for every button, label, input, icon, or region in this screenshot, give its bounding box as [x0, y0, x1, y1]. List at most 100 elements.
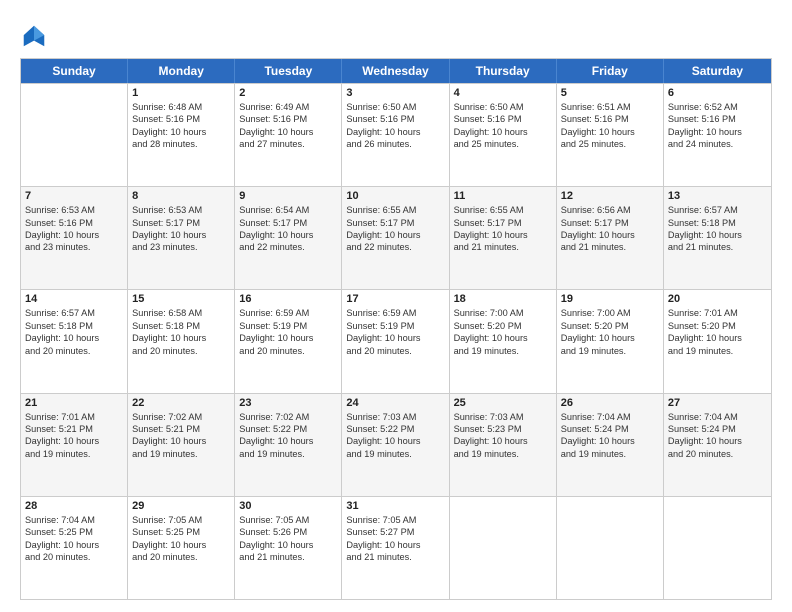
header-day-tuesday: Tuesday: [235, 59, 342, 83]
day-info: Sunrise: 7:05 AM Sunset: 5:26 PM Dayligh…: [239, 514, 337, 564]
calendar-cell: 9 Sunrise: 6:54 AM Sunset: 5:17 PM Daylig…: [235, 187, 342, 289]
logo-icon: [20, 22, 48, 50]
day-number: 28: [25, 500, 123, 512]
calendar-row-3: 14 Sunrise: 6:57 AM Sunset: 5:18 PM Dayli…: [21, 289, 771, 392]
day-number: 25: [454, 397, 552, 409]
day-info: Sunrise: 7:03 AM Sunset: 5:22 PM Dayligh…: [346, 411, 444, 461]
day-number: 3: [346, 87, 444, 99]
day-number: 13: [668, 190, 767, 202]
day-number: 6: [668, 87, 767, 99]
calendar-row-5: 28 Sunrise: 7:04 AM Sunset: 5:25 PM Dayli…: [21, 496, 771, 599]
day-number: 30: [239, 500, 337, 512]
page: SundayMondayTuesdayWednesdayThursdayFrid…: [0, 0, 792, 612]
calendar-cell: 8 Sunrise: 6:53 AM Sunset: 5:17 PM Daylig…: [128, 187, 235, 289]
header-day-wednesday: Wednesday: [342, 59, 449, 83]
day-info: Sunrise: 7:03 AM Sunset: 5:23 PM Dayligh…: [454, 411, 552, 461]
calendar-cell: 29Sunrise: 7:05 AM Sunset: 5:25 PM Dayli…: [128, 497, 235, 599]
day-info: Sunrise: 7:00 AM Sunset: 5:20 PM Dayligh…: [454, 307, 552, 357]
day-number: 15: [132, 293, 230, 305]
calendar-body: 1 Sunrise: 6:48 AM Sunset: 5:16 PM Daylig…: [21, 83, 771, 599]
day-info: Sunrise: 7:01 AM Sunset: 5:21 PM Dayligh…: [25, 411, 123, 461]
header-day-sunday: Sunday: [21, 59, 128, 83]
calendar-header: SundayMondayTuesdayWednesdayThursdayFrid…: [21, 59, 771, 83]
day-info: Sunrise: 6:59 AM Sunset: 5:19 PM Dayligh…: [346, 307, 444, 357]
calendar-cell: 15Sunrise: 6:58 AM Sunset: 5:18 PM Dayli…: [128, 290, 235, 392]
day-info: Sunrise: 6:52 AM Sunset: 5:16 PM Dayligh…: [668, 101, 767, 151]
day-info: Sunrise: 6:53 AM Sunset: 5:17 PM Dayligh…: [132, 204, 230, 254]
day-info: Sunrise: 7:01 AM Sunset: 5:20 PM Dayligh…: [668, 307, 767, 357]
logo: [20, 22, 52, 50]
day-number: 7: [25, 190, 123, 202]
day-number: 12: [561, 190, 659, 202]
day-number: 22: [132, 397, 230, 409]
calendar-cell: [664, 497, 771, 599]
day-info: Sunrise: 6:48 AM Sunset: 5:16 PM Dayligh…: [132, 101, 230, 151]
calendar-cell: 1 Sunrise: 6:48 AM Sunset: 5:16 PM Daylig…: [128, 84, 235, 186]
day-info: Sunrise: 7:05 AM Sunset: 5:27 PM Dayligh…: [346, 514, 444, 564]
calendar-cell: 23 Sunrise: 7:02 AM Sunset: 5:22 PM Dayli…: [235, 394, 342, 496]
day-info: Sunrise: 6:50 AM Sunset: 5:16 PM Dayligh…: [346, 101, 444, 151]
day-number: 17: [346, 293, 444, 305]
day-number: 18: [454, 293, 552, 305]
day-number: 27: [668, 397, 767, 409]
calendar-row-1: 1 Sunrise: 6:48 AM Sunset: 5:16 PM Daylig…: [21, 83, 771, 186]
day-number: 24: [346, 397, 444, 409]
day-number: 14: [25, 293, 123, 305]
header-day-saturday: Saturday: [664, 59, 771, 83]
day-number: 2: [239, 87, 337, 99]
day-info: Sunrise: 7:04 AM Sunset: 5:24 PM Dayligh…: [561, 411, 659, 461]
day-info: Sunrise: 7:04 AM Sunset: 5:25 PM Dayligh…: [25, 514, 123, 564]
day-info: Sunrise: 7:04 AM Sunset: 5:24 PM Dayligh…: [668, 411, 767, 461]
day-number: 1: [132, 87, 230, 99]
calendar-row-4: 21 Sunrise: 7:01 AM Sunset: 5:21 PM Dayli…: [21, 393, 771, 496]
day-info: Sunrise: 6:57 AM Sunset: 5:18 PM Dayligh…: [668, 204, 767, 254]
day-number: 21: [25, 397, 123, 409]
day-number: 31: [346, 500, 444, 512]
day-info: Sunrise: 6:50 AM Sunset: 5:16 PM Dayligh…: [454, 101, 552, 151]
calendar-cell: 4 Sunrise: 6:50 AM Sunset: 5:16 PM Daylig…: [450, 84, 557, 186]
calendar-cell: 2 Sunrise: 6:49 AM Sunset: 5:16 PM Daylig…: [235, 84, 342, 186]
calendar-cell: 12 Sunrise: 6:56 AM Sunset: 5:17 PM Dayli…: [557, 187, 664, 289]
day-info: Sunrise: 6:56 AM Sunset: 5:17 PM Dayligh…: [561, 204, 659, 254]
calendar-cell: 25 Sunrise: 7:03 AM Sunset: 5:23 PM Dayli…: [450, 394, 557, 496]
header-day-thursday: Thursday: [450, 59, 557, 83]
calendar-cell: 26 Sunrise: 7:04 AM Sunset: 5:24 PM Dayli…: [557, 394, 664, 496]
calendar-cell: 19Sunrise: 7:00 AM Sunset: 5:20 PM Dayli…: [557, 290, 664, 392]
calendar-row-2: 7 Sunrise: 6:53 AM Sunset: 5:16 PM Daylig…: [21, 186, 771, 289]
day-info: Sunrise: 7:02 AM Sunset: 5:22 PM Dayligh…: [239, 411, 337, 461]
calendar-cell: 7 Sunrise: 6:53 AM Sunset: 5:16 PM Daylig…: [21, 187, 128, 289]
day-info: Sunrise: 6:54 AM Sunset: 5:17 PM Dayligh…: [239, 204, 337, 254]
header-day-friday: Friday: [557, 59, 664, 83]
day-number: 4: [454, 87, 552, 99]
calendar: SundayMondayTuesdayWednesdayThursdayFrid…: [20, 58, 772, 600]
day-number: 26: [561, 397, 659, 409]
day-info: Sunrise: 6:49 AM Sunset: 5:16 PM Dayligh…: [239, 101, 337, 151]
day-info: Sunrise: 6:53 AM Sunset: 5:16 PM Dayligh…: [25, 204, 123, 254]
day-info: Sunrise: 6:57 AM Sunset: 5:18 PM Dayligh…: [25, 307, 123, 357]
day-info: Sunrise: 6:55 AM Sunset: 5:17 PM Dayligh…: [346, 204, 444, 254]
day-info: Sunrise: 6:59 AM Sunset: 5:19 PM Dayligh…: [239, 307, 337, 357]
day-number: 11: [454, 190, 552, 202]
day-number: 8: [132, 190, 230, 202]
calendar-cell: [450, 497, 557, 599]
calendar-cell: 20 Sunrise: 7:01 AM Sunset: 5:20 PM Dayli…: [664, 290, 771, 392]
day-number: 20: [668, 293, 767, 305]
calendar-cell: 24 Sunrise: 7:03 AM Sunset: 5:22 PM Dayli…: [342, 394, 449, 496]
calendar-cell: [557, 497, 664, 599]
calendar-cell: 6 Sunrise: 6:52 AM Sunset: 5:16 PM Daylig…: [664, 84, 771, 186]
calendar-cell: [21, 84, 128, 186]
day-number: 9: [239, 190, 337, 202]
day-number: 16: [239, 293, 337, 305]
day-number: 10: [346, 190, 444, 202]
day-info: Sunrise: 6:55 AM Sunset: 5:17 PM Dayligh…: [454, 204, 552, 254]
calendar-cell: 22 Sunrise: 7:02 AM Sunset: 5:21 PM Dayli…: [128, 394, 235, 496]
header: [20, 18, 772, 50]
calendar-cell: 30 Sunrise: 7:05 AM Sunset: 5:26 PM Dayli…: [235, 497, 342, 599]
day-number: 23: [239, 397, 337, 409]
day-number: 29: [132, 500, 230, 512]
day-number: 5: [561, 87, 659, 99]
calendar-cell: 17 Sunrise: 6:59 AM Sunset: 5:19 PM Dayli…: [342, 290, 449, 392]
calendar-cell: 21 Sunrise: 7:01 AM Sunset: 5:21 PM Dayli…: [21, 394, 128, 496]
calendar-cell: 28 Sunrise: 7:04 AM Sunset: 5:25 PM Dayli…: [21, 497, 128, 599]
day-info: Sunrise: 7:02 AM Sunset: 5:21 PM Dayligh…: [132, 411, 230, 461]
